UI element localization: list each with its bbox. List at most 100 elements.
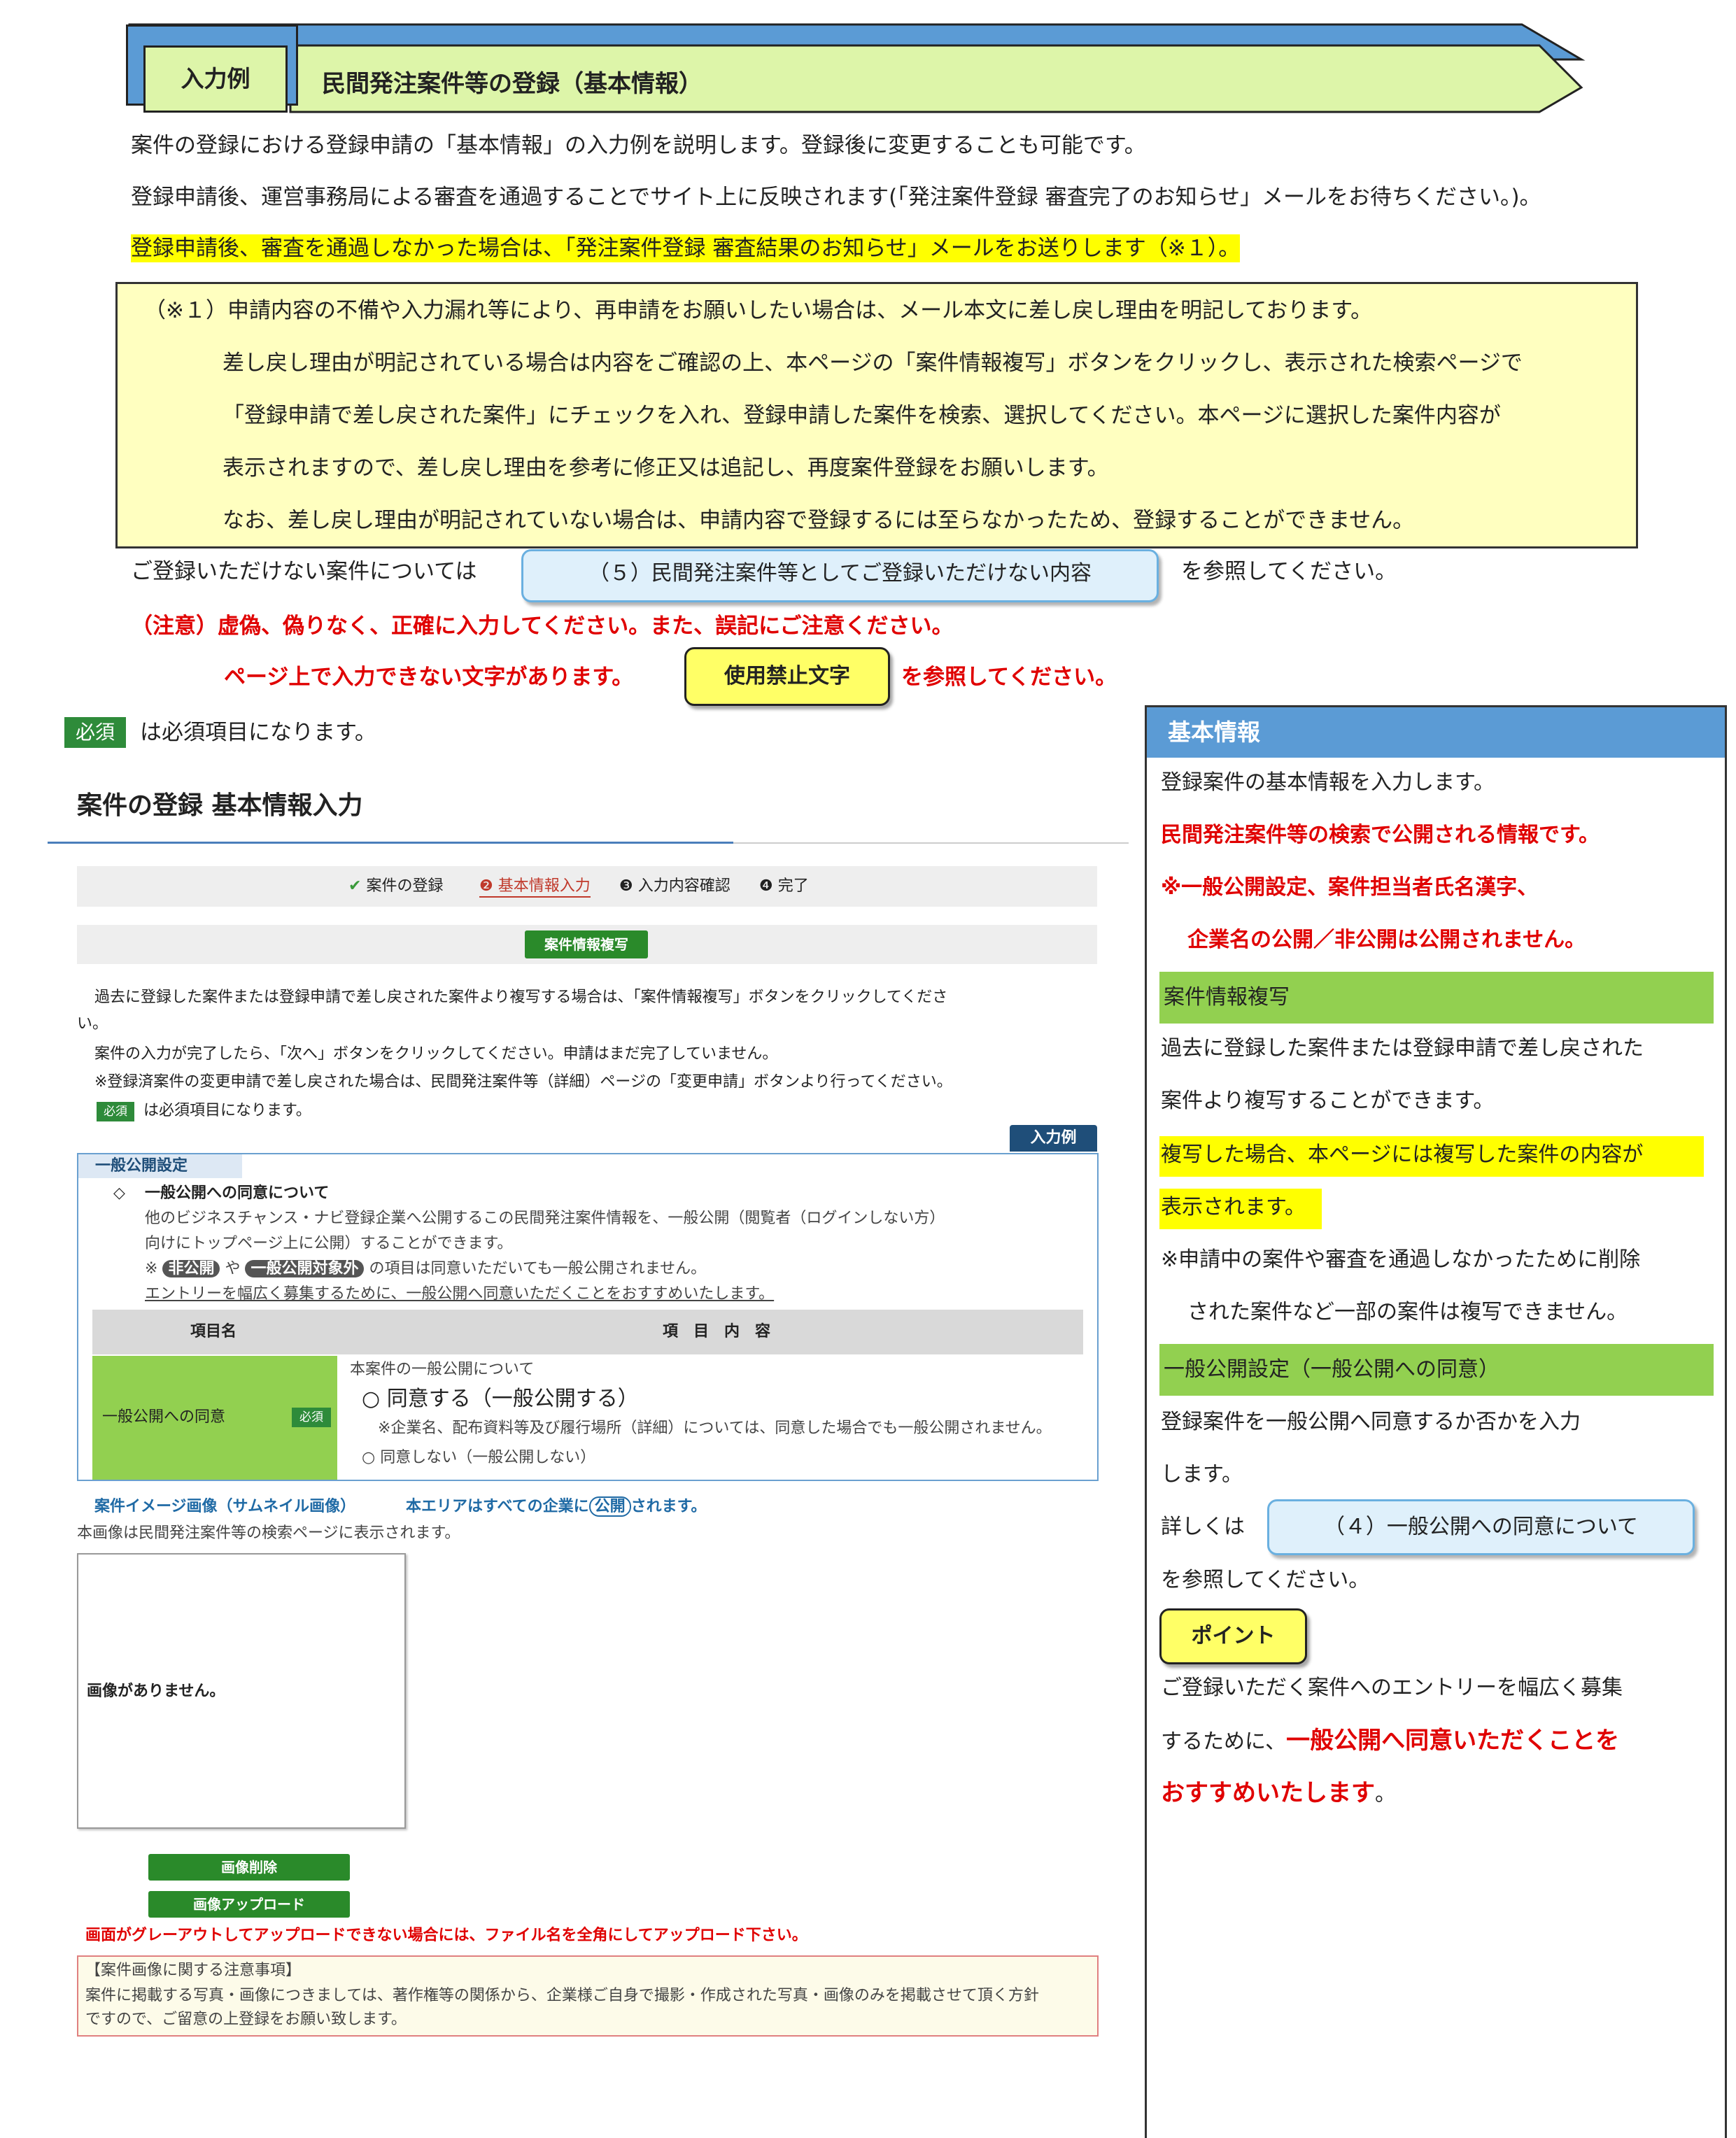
side-s5: 過去に登録した案件または登録申請で差し戻された: [1161, 1036, 1644, 1061]
point-badge: ポイント: [1159, 1608, 1307, 1664]
public-settings-head: 一般公開設定: [78, 1154, 242, 1178]
side-s14: を参照してください。: [1161, 1568, 1370, 1592]
step-3-number-icon: ❸: [619, 877, 638, 895]
must-badge: 必須: [64, 717, 126, 748]
image-preview: 画像がありません。: [77, 1553, 406, 1829]
side-s2: 民間発注案件等の検索で公開される情報です。: [1161, 823, 1600, 847]
public-p2: 向けにトップページ上に公開）することができます。: [145, 1235, 513, 1252]
no-image-text: 画像がありません。: [87, 1683, 225, 1700]
must-text: は必須項目になります。: [140, 720, 376, 745]
caution-line1: （注意）虚偽、偽りなく、正確に入力してください。また、誤記にご注意ください。: [131, 614, 954, 639]
step-4-number-icon: ❹: [759, 877, 778, 895]
excluded-chip: 一般公開対象外: [245, 1260, 365, 1277]
form-desc1: 過去に登録した案件または登録申請で差し戻された案件より複写する場合は、「案件情報…: [94, 989, 948, 1006]
note-line5: なお、差し戻し理由が明記されていない場合は、申請内容で登録するには至らなかったた…: [223, 508, 1415, 533]
side-s10: された案件など一部の案件は複写できません。: [1187, 1300, 1628, 1324]
step-2-label: 基本情報入力: [497, 877, 591, 895]
side-s4: 企業名の公開／非公開は公開されません。: [1187, 928, 1586, 952]
consent-yes-note: ※企業名、配布資料等及び履行場所（詳細）については、同意した場合でも一般公開され…: [378, 1420, 1052, 1437]
side-s7: 複写した場合、本ページには複写した案件の内容が: [1161, 1142, 1644, 1167]
side-s8: 表示されます。: [1161, 1195, 1306, 1219]
form-desc2: 案件の入力が完了したら、「次へ」ボタンをクリックしてください。申請はまだ完了して…: [94, 1045, 778, 1063]
public-p4: エントリーを幅広く募集するために、一般公開へ同意いただくことをおすすめいたします…: [145, 1285, 775, 1303]
intro-line3: 登録申請後、審査を通過しなかった場合は、「発注案件登録 審査結果のお知らせ」メー…: [131, 234, 1241, 262]
note-line2: 差し戻し理由が明記されている場合は内容をご確認の上、本ページの「案件情報複写」ボ…: [223, 351, 1523, 376]
refer-link-5[interactable]: （５）民間発注案件等としてご登録いただけない内容: [521, 549, 1159, 602]
step-2-number-icon: ❷: [479, 877, 498, 895]
forbidden-chars-button[interactable]: 使用禁止文字: [684, 647, 890, 706]
steps-bar: ✔ 案件の登録 ❷ 基本情報入力 ❸ 入力内容確認 ❹ 完了: [77, 866, 1097, 907]
public-p3c: の項目は同意いただいても一般公開されません。: [369, 1260, 707, 1277]
side-panel: 基本情報 登録案件の基本情報を入力します。 民間発注案件等の検索で公開される情報…: [1145, 705, 1727, 2138]
form-desc3: ※登録済案件の変更申請で差し戻された場合は、民間発注案件等（詳細）ページの「変更…: [94, 1073, 952, 1091]
note-box: （※１）申請内容の不備や入力漏れ等により、再申請をお願いしたい場合は、メール本文…: [115, 282, 1638, 548]
public-p3b: や: [225, 1260, 241, 1277]
intro-line2: 登録申請後、運営事務局による審査を通過することでサイト上に反映されます(「発注案…: [131, 185, 1541, 210]
notice-line1: 案件に掲載する写真・画像につきましては、著作権等の関係から、企業様ご自身で撮影・…: [85, 1987, 1039, 2004]
form-title-underline-accent: [48, 842, 733, 844]
side-s16: するために、一般公開へ同意いただくことを: [1147, 1727, 1725, 1756]
public-p3a: ※: [145, 1260, 158, 1277]
image-area-note: 本エリアはすべての企業に 公開 されます。: [406, 1496, 707, 1517]
caution-line2b: を参照してください。: [901, 665, 1117, 690]
notice-line2: ですので、ご留意の上登録をお願い致します。: [85, 2011, 407, 2028]
side-s17b: 。: [1375, 1782, 1396, 1806]
public-row-must: 必須: [292, 1408, 331, 1427]
note-line3: 「登録申請で差し戻された案件」にチェックを入れ、登録申請した案件を検索、選択して…: [223, 403, 1501, 428]
check-icon: ✔: [348, 877, 367, 895]
copy-case-button[interactable]: 案件情報複写: [525, 930, 648, 958]
step-4-label: 完了: [777, 877, 809, 895]
note-line4: 表示されますので、差し戻し理由を参考に修正又は追記し、再度案件登録をお願いします…: [223, 455, 1109, 481]
consent-no-radio[interactable]: ○ 同意しない（一般公開しない）: [362, 1448, 595, 1468]
must-small-text: は必須項目になります。: [143, 1102, 311, 1119]
public-r1: 本案件の一般公開について: [350, 1361, 535, 1378]
public-row-label-cell: 一般公開への同意 必須: [92, 1356, 337, 1480]
side-s3: ※一般公開設定、案件担当者氏名漢字、: [1161, 875, 1539, 900]
side-s12: します。: [1161, 1462, 1243, 1487]
must-badge-small: 必須: [97, 1102, 134, 1121]
banner-tag: 入力例: [143, 45, 288, 113]
caution-line2: ページ上で入力できない文字があります。: [224, 665, 634, 690]
image-delete-button[interactable]: 画像削除: [148, 1854, 350, 1881]
consent-yes-radio[interactable]: ○ 同意する（一般公開する）: [362, 1385, 639, 1413]
side-s6: 案件より複写することができます。: [1161, 1089, 1495, 1113]
step-1-label: 案件の登録: [366, 877, 444, 895]
public-settings-panel: 一般公開設定 ◇ 一般公開への同意について 他のビジネスチャンス・ナビ登録企業へ…: [77, 1153, 1099, 1481]
non-public-chip: 非公開: [162, 1260, 220, 1277]
form-title: 案件の登録 基本情報入力: [77, 791, 363, 820]
banner-title: 民間発注案件等の登録（基本情報）: [322, 70, 703, 98]
step-4: ❹ 完了: [759, 877, 809, 896]
image-warn: 画面がグレーアウトしてアップロードできない場合には、ファイル名を全角にしてアップ…: [85, 1927, 807, 1944]
step-3-label: 入力内容確認: [637, 877, 731, 895]
image-area-text2: されます。: [630, 1498, 707, 1515]
step-1: ✔ 案件の登録: [348, 877, 443, 896]
public-sub: 一般公開への同意について: [145, 1184, 330, 1202]
side-public-head: 一般公開設定（一般公開への同意）: [1159, 1344, 1714, 1396]
public-chip: 公開: [588, 1496, 631, 1517]
step-3: ❸ 入力内容確認: [619, 877, 731, 896]
image-notice-box: 【案件画像に関する注意事項】 案件に掲載する写真・画像につきましては、著作権等の…: [77, 1955, 1099, 2037]
side-head: 基本情報: [1147, 707, 1725, 758]
image-upload-button[interactable]: 画像アップロード: [148, 1891, 350, 1918]
side-s16b: 一般公開へ同意いただくことを: [1286, 1727, 1620, 1755]
col-item-name: 項目名: [190, 1323, 237, 1340]
side-s15: ご登録いただく案件へのエントリーを幅広く募集: [1161, 1676, 1623, 1700]
image-head: 案件イメージ画像（サムネイル画像）: [94, 1498, 356, 1515]
form-desc1b: い。: [77, 1015, 108, 1033]
image-desc: 本画像は民間発注案件等の検索ページに表示されます。: [77, 1524, 460, 1542]
refer-link-4[interactable]: （４）一般公開への同意について: [1267, 1499, 1695, 1555]
refer-before: ご登録いただけない案件については: [131, 559, 477, 584]
example-tag: 入力例: [1010, 1125, 1097, 1152]
side-s16a: するために、: [1161, 1729, 1287, 1754]
side-s11: 登録案件を一般公開へ同意するか否かを入力: [1161, 1410, 1581, 1434]
image-area-text: 本エリアはすべての企業に: [406, 1498, 589, 1515]
banner-shape: [128, 23, 1586, 113]
side-s9: ※申請中の案件や審査を通過しなかったために削除: [1161, 1247, 1641, 1272]
banner-tag-label: 入力例: [181, 65, 250, 92]
side-s17: おすすめいたします。: [1147, 1779, 1725, 1808]
public-table-header: 項目名 項 目 内 容: [92, 1310, 1083, 1354]
refer-after: を参照してください。: [1181, 559, 1397, 584]
diamond-icon: ◇: [113, 1184, 125, 1202]
side-s1: 登録案件の基本情報を入力します。: [1161, 770, 1495, 795]
intro-line1: 案件の登録における登録申請の「基本情報」の入力例を説明します。登録後に変更するこ…: [131, 133, 1146, 158]
